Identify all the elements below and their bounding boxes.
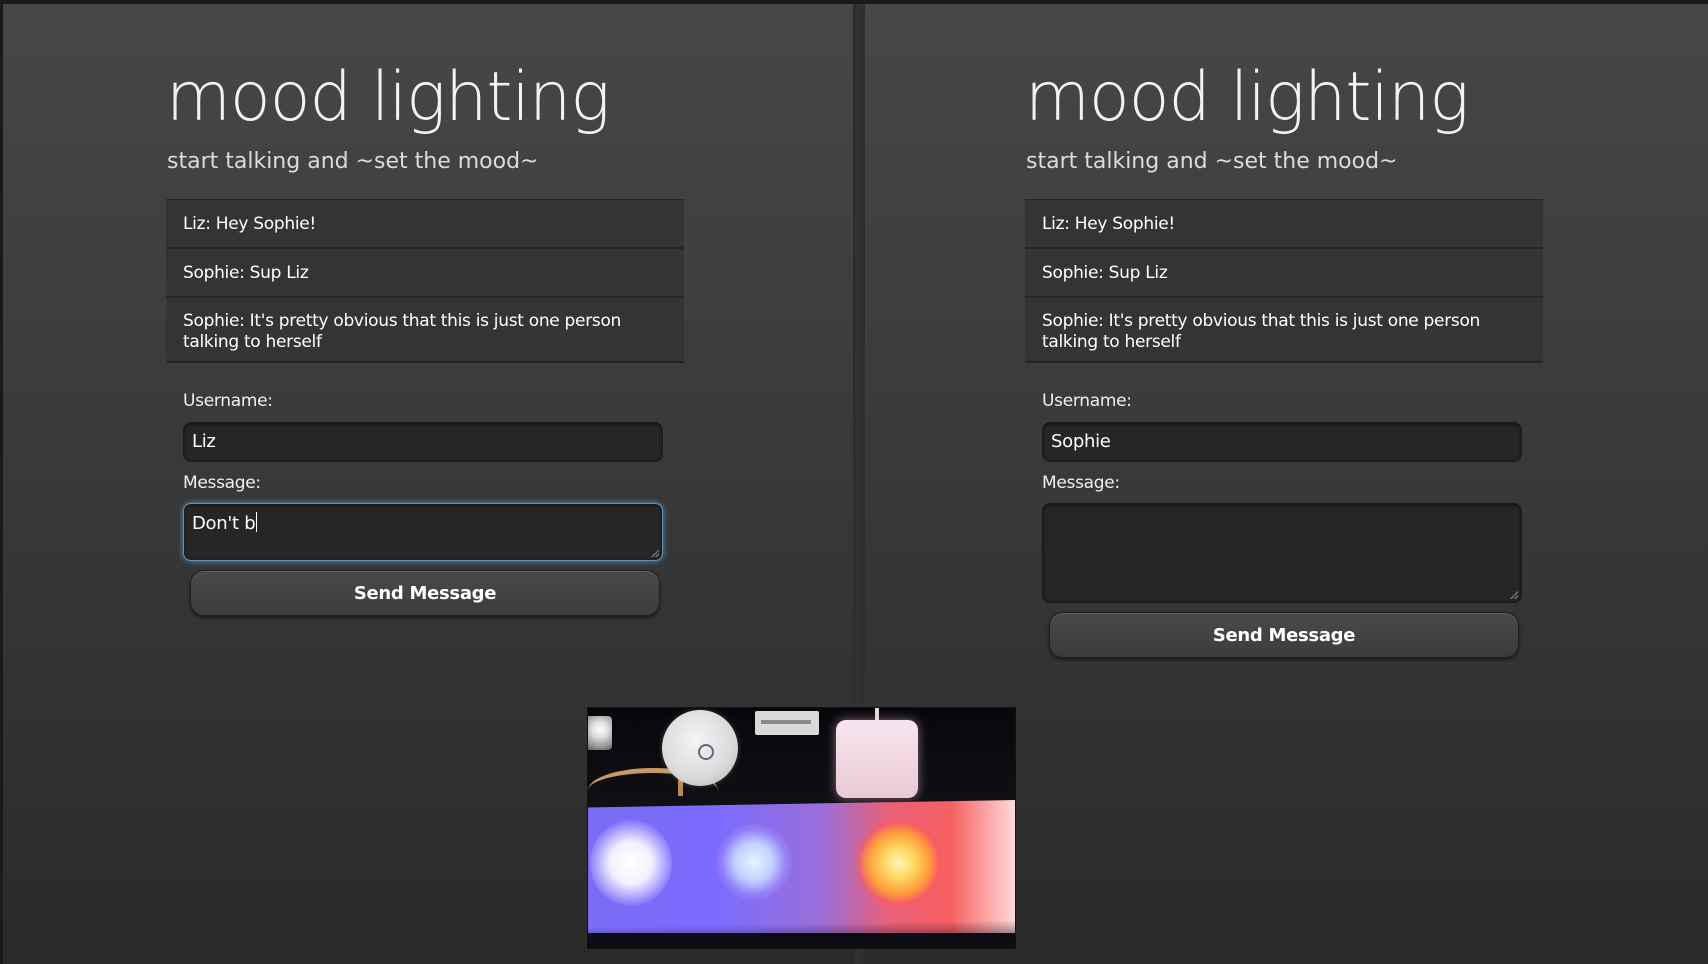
resize-handle-icon[interactable] — [1510, 591, 1518, 599]
light-bulb-blue — [716, 824, 792, 900]
split-screen: mood lighting start talking and ~set the… — [3, 4, 1708, 964]
bridge-device-image — [836, 720, 918, 798]
username-label: Username: — [1042, 391, 1132, 411]
send-message-button[interactable]: Send Message — [1049, 612, 1519, 658]
message-item: Liz: Hey Sophie! — [166, 200, 684, 249]
message-list: Liz: Hey Sophie! Sophie: Sup Liz Sophie:… — [166, 199, 684, 363]
message-textarea[interactable] — [1042, 503, 1522, 603]
message-value: Don't b — [192, 513, 256, 534]
light-bulb-yellow — [856, 818, 942, 908]
message-item: Liz: Hey Sophie! — [1025, 200, 1543, 249]
light-bulb-white — [590, 820, 672, 906]
username-label: Username: — [183, 391, 273, 411]
message-item: Sophie: It's pretty obvious that this is… — [1025, 298, 1543, 363]
app-title: mood lighting — [1025, 58, 1469, 137]
username-input[interactable]: Sophie — [1042, 422, 1522, 462]
message-list: Liz: Hey Sophie! Sophie: Sup Liz Sophie:… — [1025, 199, 1543, 363]
app-title: mood lighting — [166, 58, 610, 137]
app-subtitle: start talking and ~set the mood~ — [1026, 149, 1398, 174]
username-value: Sophie — [1051, 431, 1111, 452]
username-input[interactable]: Liz — [183, 422, 663, 462]
label-card-image — [755, 711, 819, 735]
message-textarea[interactable]: Don't b — [183, 503, 663, 561]
app-subtitle: start talking and ~set the mood~ — [167, 149, 539, 174]
video-bottom-edge — [588, 933, 1015, 948]
resize-handle-icon[interactable] — [651, 549, 659, 557]
message-label: Message: — [1042, 473, 1120, 493]
send-message-button[interactable]: Send Message — [190, 570, 660, 616]
username-value: Liz — [192, 431, 216, 452]
smart-hub-image — [662, 710, 738, 786]
message-item: Sophie: Sup Liz — [166, 249, 684, 298]
browser-viewport: mood lighting start talking and ~set the… — [0, 0, 1708, 964]
message-item: Sophie: Sup Liz — [1025, 249, 1543, 298]
hub-button-icon — [698, 744, 714, 760]
lamp-image — [588, 716, 612, 750]
message-item: Sophie: It's pretty obvious that this is… — [166, 298, 684, 363]
text-caret — [256, 512, 258, 532]
webcam-video-inset — [587, 707, 1016, 949]
message-label: Message: — [183, 473, 261, 493]
